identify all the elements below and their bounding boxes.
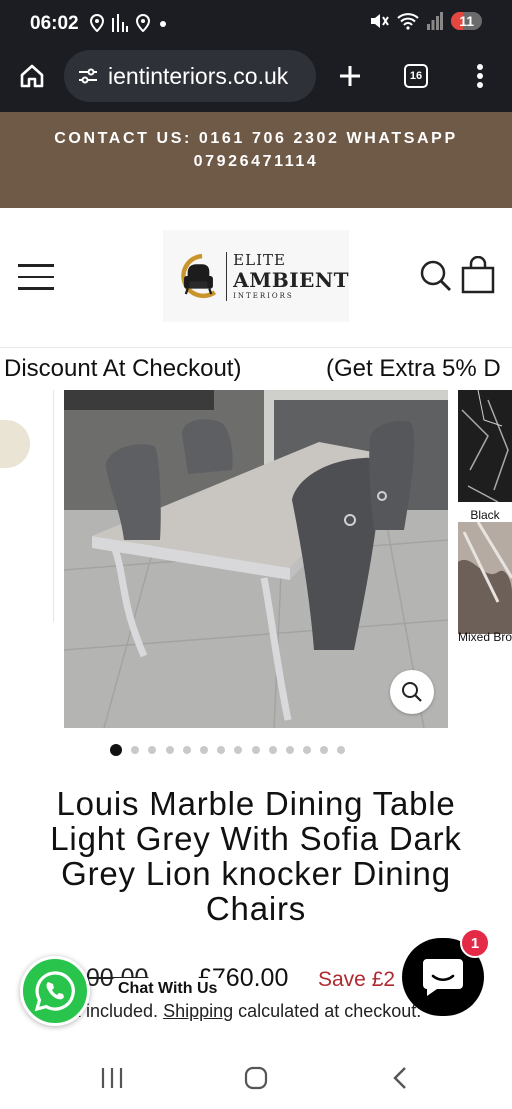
logo-wordmark: ELITE AMBIENT INTERIORS — [226, 250, 349, 301]
site-logo[interactable]: ELITE AMBIENT INTERIORS — [163, 230, 349, 322]
mute-icon — [371, 14, 390, 28]
shipping-link[interactable]: Shipping — [163, 1001, 233, 1021]
pagination-dot[interactable] — [182, 746, 191, 754]
pagination-dot[interactable] — [234, 746, 243, 754]
cart-icon[interactable] — [460, 256, 496, 294]
site-settings-icon[interactable] — [76, 64, 100, 88]
pagination-dot[interactable] — [303, 746, 312, 754]
home-icon[interactable] — [16, 60, 48, 92]
tab-count: 16 — [409, 70, 423, 82]
pagination-dot[interactable] — [110, 744, 122, 756]
battery-icon: 11 — [451, 12, 482, 30]
zoom-icon — [402, 682, 422, 702]
logo-line-1: ELITE — [233, 250, 286, 269]
product-main-image[interactable] — [64, 390, 448, 728]
search-icon[interactable] — [418, 258, 454, 294]
pagination-dot[interactable] — [199, 746, 208, 754]
menu-icon[interactable] — [18, 264, 54, 290]
browser-toolbar: ientinteriors.co.uk 16 — [0, 48, 512, 112]
promo-marquee: Discount At Checkout) (Get Extra 5% D — [0, 348, 512, 388]
gallery-pagination — [110, 744, 346, 756]
pagination-dot[interactable] — [148, 746, 157, 754]
chat-bubble-icon — [423, 959, 463, 996]
cell-signal-icon — [427, 12, 444, 30]
gallery-prev-image[interactable] — [0, 390, 54, 622]
marquee-text-b: (Get Extra 5% D — [326, 355, 501, 382]
swatch-label: Mixed Bro — [458, 630, 512, 644]
home-nav-icon[interactable] — [244, 1066, 268, 1090]
swatch-label: Black — [470, 508, 500, 522]
signal-bars-icon — [112, 14, 128, 32]
back-icon[interactable] — [390, 1066, 410, 1090]
whatsapp-label[interactable]: Chat With Us — [112, 978, 224, 1000]
whatsapp-icon — [34, 971, 75, 1012]
dot-icon — [160, 21, 166, 27]
status-time: 06:02 — [30, 13, 79, 34]
armchair-logo-icon — [181, 253, 217, 299]
announcement-bar: CONTACT US: 0161 706 2302 WHATSAPP 07926… — [0, 112, 512, 208]
marquee-text-a: Discount At Checkout) — [4, 355, 242, 382]
swatch-mixed-brown[interactable] — [458, 522, 512, 634]
status-bar: 06:02 11 — [0, 0, 512, 48]
location-icon — [90, 14, 104, 32]
logo-line-3: INTERIORS — [233, 291, 294, 300]
tabs-icon[interactable]: 16 — [404, 64, 428, 88]
more-vert-icon[interactable] — [466, 60, 494, 92]
pagination-dot[interactable] — [217, 746, 226, 754]
chat-badge: 1 — [460, 928, 490, 958]
logo-line-2: AMBIENT — [233, 267, 349, 292]
save-badge: Save £2 — [318, 968, 396, 991]
url-bar[interactable]: ientinteriors.co.uk — [64, 50, 316, 102]
pagination-dot[interactable] — [268, 746, 277, 754]
wifi-icon — [397, 13, 419, 30]
pagination-dot[interactable] — [251, 746, 260, 754]
product-title: Louis Marble Dining Table Light Grey Wit… — [50, 785, 462, 927]
pagination-dot[interactable] — [337, 746, 346, 754]
site-header: ELITE AMBIENT INTERIORS — [0, 208, 512, 348]
swatch-black[interactable] — [458, 390, 512, 502]
recent-apps-icon[interactable] — [100, 1067, 124, 1089]
whatsapp-button[interactable] — [20, 956, 90, 1026]
status-right-icons: 11 — [369, 12, 482, 30]
url-text: ientinteriors.co.uk — [108, 62, 289, 89]
pagination-dot[interactable] — [285, 746, 294, 754]
pagination-dot[interactable] — [131, 746, 140, 754]
location-icon — [136, 14, 150, 32]
tax-suffix: calculated at checkout. — [238, 1001, 422, 1021]
status-left-icons — [90, 14, 168, 32]
zoom-button[interactable] — [390, 670, 434, 714]
battery-level: 11 — [459, 13, 474, 29]
system-nav-bar — [0, 1045, 512, 1109]
tax-note: x included. Shipping calculated at check… — [72, 1001, 421, 1022]
pagination-dot[interactable] — [320, 746, 329, 754]
announcement-text: CONTACT US: 0161 706 2302 WHATSAPP 07926… — [54, 130, 458, 170]
plus-icon[interactable] — [334, 60, 366, 92]
pagination-dot[interactable] — [165, 746, 174, 754]
